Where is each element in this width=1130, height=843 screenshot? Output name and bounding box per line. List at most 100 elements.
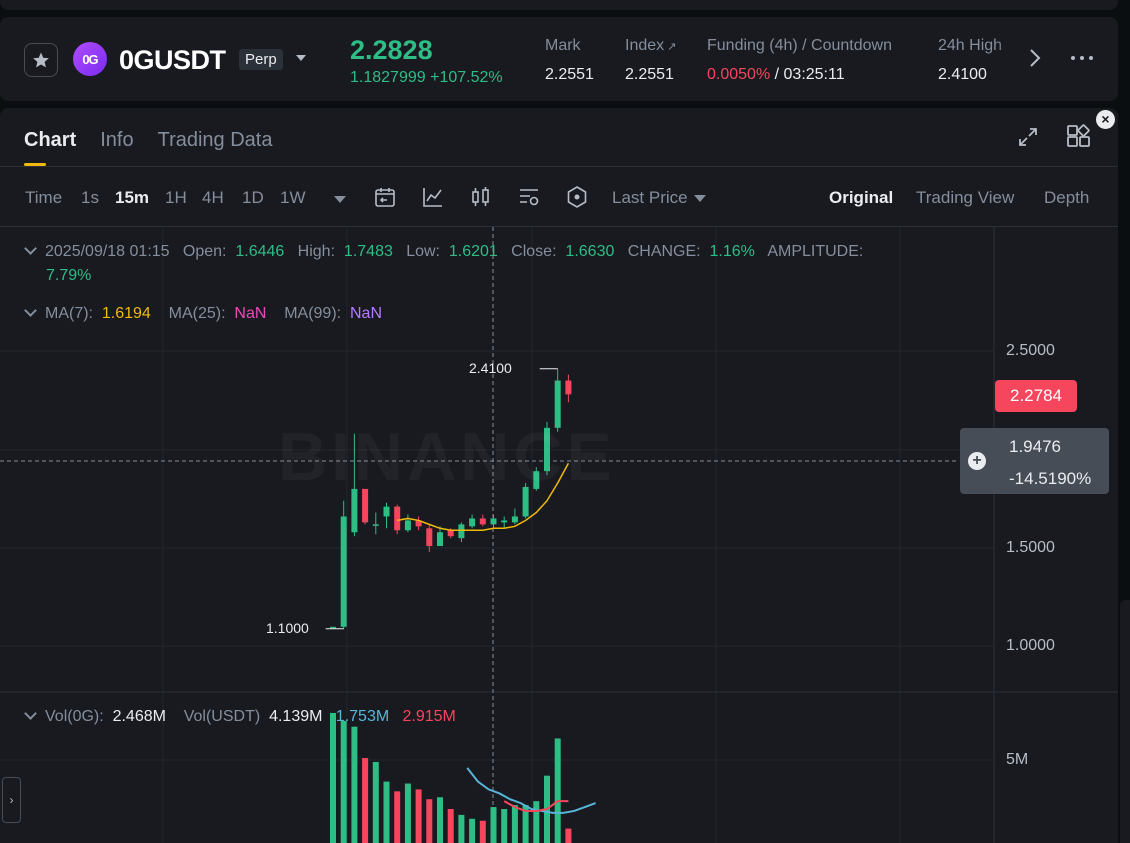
side-panel-toggle-button[interactable]: ›	[2, 777, 21, 823]
candle-body	[404, 520, 411, 531]
candle-body	[447, 530, 454, 537]
chart-toolbar: Time 1s 15m 1H 4H 1D 1W Last Price Origi…	[0, 167, 1118, 227]
volume-legend: Vol(0G): 2.468M Vol(USDT) 4.139M 1.753M …	[24, 707, 456, 726]
timeframe-1d[interactable]: 1D	[242, 188, 264, 208]
stat-mark: Mark 2.2551	[545, 37, 594, 84]
volume-bar	[469, 818, 476, 843]
view-depth[interactable]: Depth	[1044, 188, 1089, 208]
legend-ma7: 1.6194	[101, 305, 151, 322]
candle-body	[458, 524, 465, 539]
last-price: 2.2828	[350, 35, 433, 65]
candle-body	[330, 626, 336, 629]
volume-bar	[447, 809, 454, 843]
stat-index[interactable]: Index ↗ 2.2551	[625, 37, 676, 84]
timeframe-1h[interactable]: 1H	[165, 188, 187, 208]
legend-vol-usdt: 4.139M	[269, 708, 323, 725]
chevron-down-icon	[334, 196, 346, 204]
timeframe-1s[interactable]: 1s	[81, 188, 99, 208]
candle-body	[394, 506, 401, 531]
symbol-dropdown-caret-icon[interactable]	[296, 55, 306, 61]
coin-logo: 0G	[73, 42, 107, 76]
expand-icon[interactable]	[1016, 125, 1040, 149]
high-marker-label: 2.4100	[469, 360, 512, 376]
legend-datetime: 2025/09/18 01:15	[45, 243, 170, 260]
volume-bar	[404, 783, 411, 843]
candle-body	[565, 380, 572, 395]
indicator-chart-icon[interactable]	[421, 185, 445, 209]
volume-bar	[415, 789, 422, 843]
price-type-select[interactable]: Last Price	[612, 188, 706, 208]
timeframe-15m[interactable]: 15m	[115, 188, 149, 208]
price-axis-label: 1.0000	[1006, 637, 1055, 654]
volume-bar	[330, 712, 336, 843]
candle-body	[383, 506, 390, 517]
ohlc-legend: 2025/09/18 01:15 Open: 1.6446 High: 1.74…	[24, 242, 863, 261]
timeframe-4h[interactable]: 4H	[202, 188, 224, 208]
volume-bar	[511, 805, 518, 843]
legend-vol-ma-b: 2.915M	[402, 708, 456, 725]
legend-amplitude: 7.79%	[46, 267, 92, 284]
legend-low: 1.6201	[448, 243, 498, 260]
add-alert-plus-icon[interactable]: +	[968, 452, 986, 470]
star-icon	[33, 52, 49, 68]
more-icon[interactable]	[1068, 47, 1096, 69]
volume-bar	[437, 797, 443, 843]
collapse-chevron-icon[interactable]	[24, 242, 37, 255]
volume-bar	[565, 828, 572, 843]
tab-chart[interactable]: Chart	[24, 129, 76, 166]
legend-ma99: NaN	[350, 305, 383, 322]
tab-info[interactable]: Info	[100, 129, 133, 152]
external-link-icon: ↗	[667, 41, 677, 53]
legend-high: 1.7483	[343, 243, 393, 260]
candle-body	[501, 520, 508, 523]
chevron-right-icon[interactable]	[1028, 47, 1042, 69]
volume-bar	[372, 761, 379, 843]
price-axis-label: 1.5000	[1006, 539, 1055, 556]
crosshair-price: 1.9476	[1009, 437, 1061, 456]
candle-body	[340, 516, 347, 627]
funding-countdown: 03:25:11	[783, 66, 845, 83]
collapse-chevron-icon[interactable]	[24, 707, 37, 720]
volume-bar	[490, 807, 497, 843]
legend-change: 1.16%	[709, 243, 755, 260]
legend-vol-ma-a: 1.753M	[335, 708, 390, 725]
hexagon-settings-icon[interactable]	[565, 185, 589, 209]
volume-bar	[479, 820, 486, 843]
close-icon[interactable]: ×	[1096, 110, 1115, 129]
price-change: 1.1827999 +107.52%	[350, 69, 503, 87]
price-type-value: Last Price	[612, 188, 688, 207]
candle-body	[511, 516, 518, 523]
price-change-pct: +107.52%	[430, 69, 503, 86]
legend-ma25: NaN	[234, 305, 267, 322]
volume-bar	[351, 726, 358, 843]
stat-label: Mark	[545, 37, 581, 54]
volume-bar	[458, 814, 465, 843]
favorite-button[interactable]	[24, 43, 58, 77]
price-change-abs: 1.1827999	[350, 69, 426, 86]
view-original[interactable]: Original	[829, 188, 893, 208]
watermark-logo: BINANCE	[278, 418, 616, 496]
volume-bar	[383, 781, 390, 843]
collapse-chevron-icon[interactable]	[24, 304, 37, 317]
stat-label: Funding (4h) / Countdown	[707, 37, 892, 54]
stat-funding: Funding (4h) / Countdown 0.0050% / 03:25…	[707, 37, 892, 83]
right-panel-edge	[1120, 600, 1130, 843]
go-to-date-icon[interactable]	[373, 185, 397, 209]
ticker-header: 0G 0GUSDT Perp 2.2828 1.1827999 +107.52%…	[0, 17, 1118, 101]
candle-type-icon[interactable]	[469, 185, 493, 209]
timeframe-1w[interactable]: 1W	[280, 188, 306, 208]
tab-trading-data[interactable]: Trading Data	[158, 129, 273, 152]
low-marker-label: 1.1000	[266, 620, 309, 636]
symbol-name[interactable]: 0GUSDT	[119, 45, 226, 76]
stat-value: 2.2551	[625, 66, 674, 83]
chart-settings-icon[interactable]	[517, 185, 541, 209]
ma-legend: MA(7): 1.6194 MA(25): NaN MA(99): NaN	[24, 304, 383, 323]
stat-label: Index	[625, 37, 665, 54]
view-trading-view[interactable]: Trading View	[916, 188, 1014, 208]
volume-bar	[554, 738, 561, 843]
timeframe-time[interactable]: Time	[25, 188, 62, 208]
crosshair-price-box: + 1.9476 -14.5190%	[960, 428, 1109, 494]
timeframe-more[interactable]	[328, 189, 346, 209]
layout-grid-icon[interactable]	[1066, 124, 1092, 150]
current-price-tag: 2.2784	[995, 380, 1077, 412]
